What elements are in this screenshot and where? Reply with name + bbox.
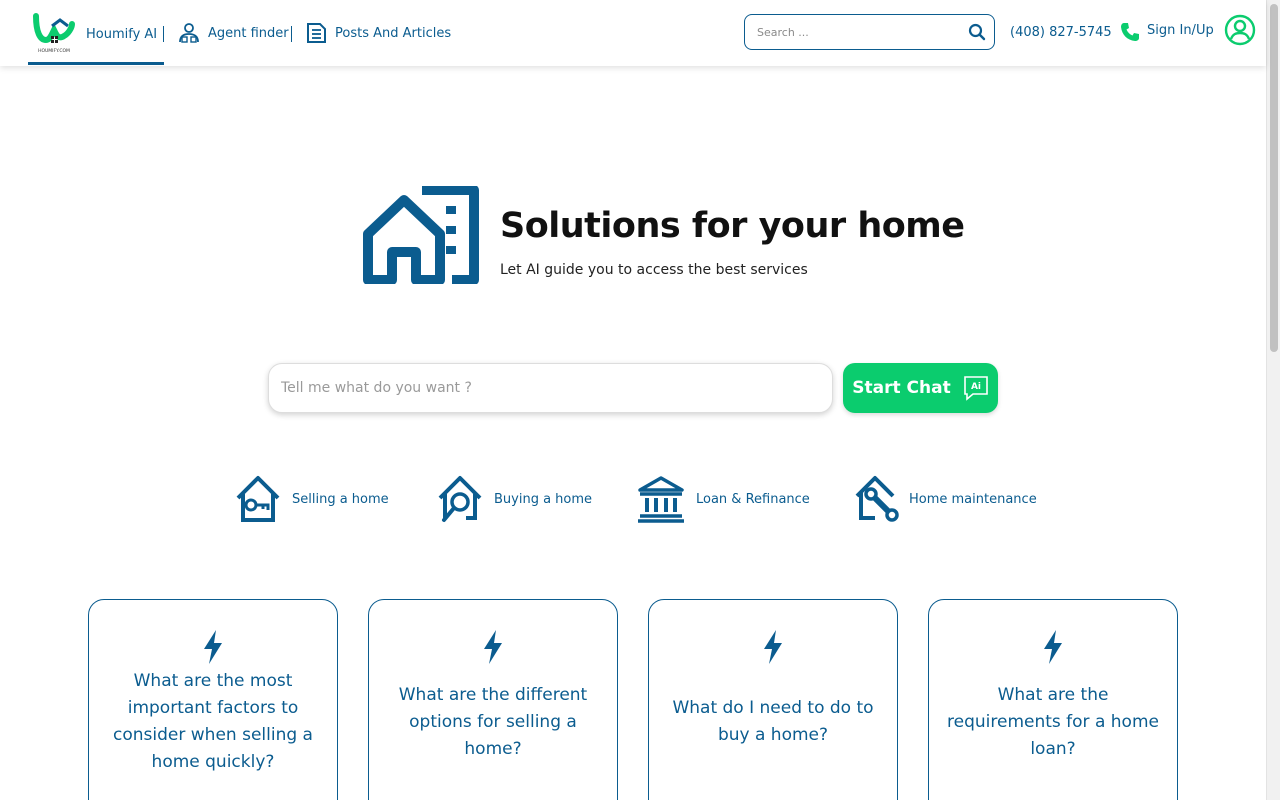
category-label: Loan & Refinance [696, 491, 810, 507]
phone-number: (408) 827-5745 [1010, 24, 1112, 40]
brand-name: Houmify AI [86, 27, 158, 42]
bank-icon [638, 476, 684, 523]
nav-posts-label: Posts And Articles [335, 25, 452, 41]
nav-agent-finder-label: Agent finder [208, 25, 289, 41]
ai-badge-text: Ai [971, 382, 981, 392]
hero-title: Solutions for your home [500, 206, 965, 246]
category-loan-refinance[interactable]: Loan & Refinance [636, 474, 810, 524]
lightning-bolt-icon [1044, 630, 1062, 664]
user-avatar-icon [1224, 14, 1255, 46]
home-nav-link[interactable]: HOUMIFY.COM Houmify AI [28, 0, 164, 65]
ai-chat-icon: Ai [963, 376, 988, 401]
house-search-icon [438, 476, 482, 522]
search-input[interactable] [757, 23, 957, 41]
question-text: What are the requirements for a home loa… [947, 684, 1159, 759]
question-card[interactable]: What are the requirements for a home loa… [928, 599, 1178, 800]
question-text: What are the different options for selli… [398, 684, 588, 759]
buildings-icon [363, 186, 479, 284]
logo-text: HOUMIFY.COM [38, 48, 70, 54]
category-buying-home[interactable]: Buying a home [436, 474, 592, 524]
sign-in-link[interactable]: Sign In/Up [1147, 14, 1256, 46]
agent-finder-icon [179, 23, 199, 43]
question-card[interactable]: What are the most important factors to c… [88, 599, 338, 800]
start-chat-label: Start Chat [852, 378, 951, 398]
category-label: Selling a home [292, 491, 389, 507]
houmify-logo-icon: HOUMIFY.COM [33, 13, 75, 54]
header-search [744, 14, 995, 50]
question-card[interactable]: What do I need to do to buy a home? [648, 599, 898, 800]
lightning-bolt-icon [204, 630, 222, 664]
top-navigation-bar: HOUMIFY.COM Houmify AI Agent finder Post… [0, 0, 1266, 66]
house-key-icon [236, 476, 280, 522]
question-card[interactable]: What are the different options for selli… [368, 599, 618, 800]
nav-divider [163, 26, 164, 42]
lightning-bolt-icon [764, 630, 782, 664]
sign-in-label: Sign In/Up [1147, 22, 1214, 38]
nav-posts-articles[interactable]: Posts And Articles [306, 20, 451, 46]
start-chat-button[interactable]: Start Chat Ai [843, 363, 998, 413]
page-scrollbar[interactable] [1266, 0, 1280, 800]
nav-agent-finder[interactable]: Agent finder [178, 20, 289, 46]
lightning-bolt-icon [484, 630, 502, 664]
phone-icon [1120, 23, 1139, 41]
scrollbar-thumb[interactable] [1270, 4, 1278, 352]
category-selling-home[interactable]: Selling a home [234, 474, 389, 524]
phone-link[interactable]: (408) 827-5745 [1010, 22, 1140, 42]
category-label: Home maintenance [909, 491, 1037, 507]
nav-divider [291, 26, 292, 42]
question-text: What are the most important factors to c… [113, 671, 313, 772]
house-wrench-icon [855, 476, 899, 522]
category-home-maintenance[interactable]: Home maintenance [853, 474, 1037, 524]
question-text: What do I need to do to buy a home? [672, 698, 874, 745]
document-icon [307, 23, 326, 43]
chat-prompt-input[interactable] [268, 363, 833, 413]
hero-subtitle: Let AI guide you to access the best serv… [500, 262, 808, 278]
search-icon[interactable] [968, 23, 986, 41]
category-label: Buying a home [494, 491, 593, 507]
